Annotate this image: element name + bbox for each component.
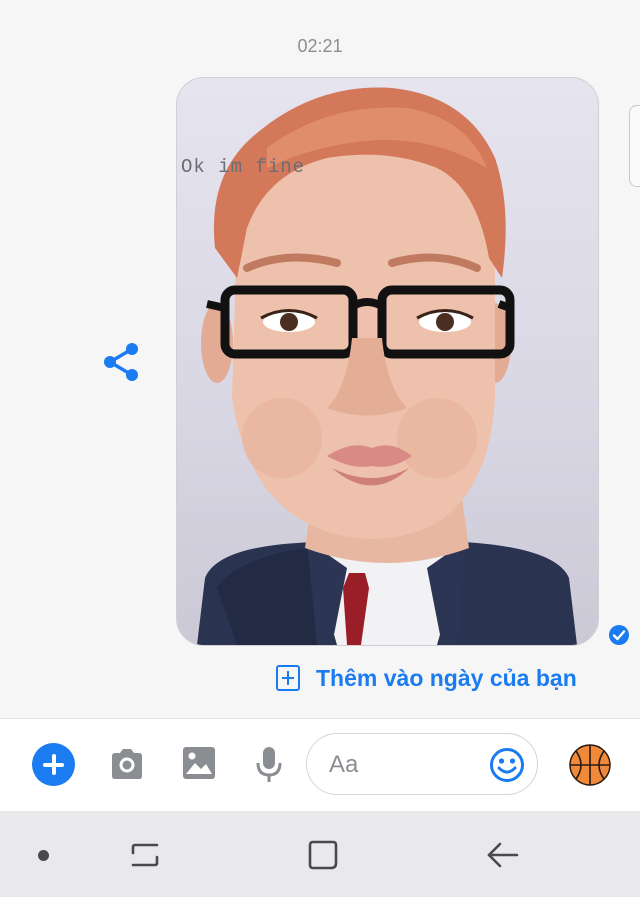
share-icon[interactable] xyxy=(100,340,144,384)
smiley-icon[interactable] xyxy=(489,747,525,783)
chat-thread: 02:21 Ok im fine Thêm vào ngày của bạn xyxy=(0,0,640,718)
back-icon[interactable] xyxy=(486,841,520,869)
video-message[interactable]: Ok im fine xyxy=(176,77,599,646)
message-composer xyxy=(0,718,640,811)
home-icon[interactable] xyxy=(307,839,339,871)
image-icon[interactable] xyxy=(181,745,217,781)
add-to-story-label: Thêm vào ngày của bạn xyxy=(316,664,577,691)
add-square-icon xyxy=(276,665,300,691)
message-input[interactable] xyxy=(327,748,481,782)
video-caption-text: Ok im fine xyxy=(181,156,306,178)
message-input-field[interactable] xyxy=(306,733,538,795)
edge-panel-handle[interactable] xyxy=(629,105,640,187)
recents-icon[interactable] xyxy=(130,841,160,869)
system-navigation-bar xyxy=(0,811,640,897)
plus-icon[interactable] xyxy=(32,743,75,786)
microphone-icon[interactable] xyxy=(254,745,284,785)
camera-icon[interactable] xyxy=(108,745,146,783)
hide-navbar-dot[interactable] xyxy=(38,850,49,861)
basketball-icon[interactable] xyxy=(568,743,612,787)
add-to-story-button[interactable]: Thêm vào ngày của bạn xyxy=(276,663,577,693)
seen-check-icon xyxy=(609,625,629,645)
message-timestamp: 02:21 xyxy=(297,36,343,56)
